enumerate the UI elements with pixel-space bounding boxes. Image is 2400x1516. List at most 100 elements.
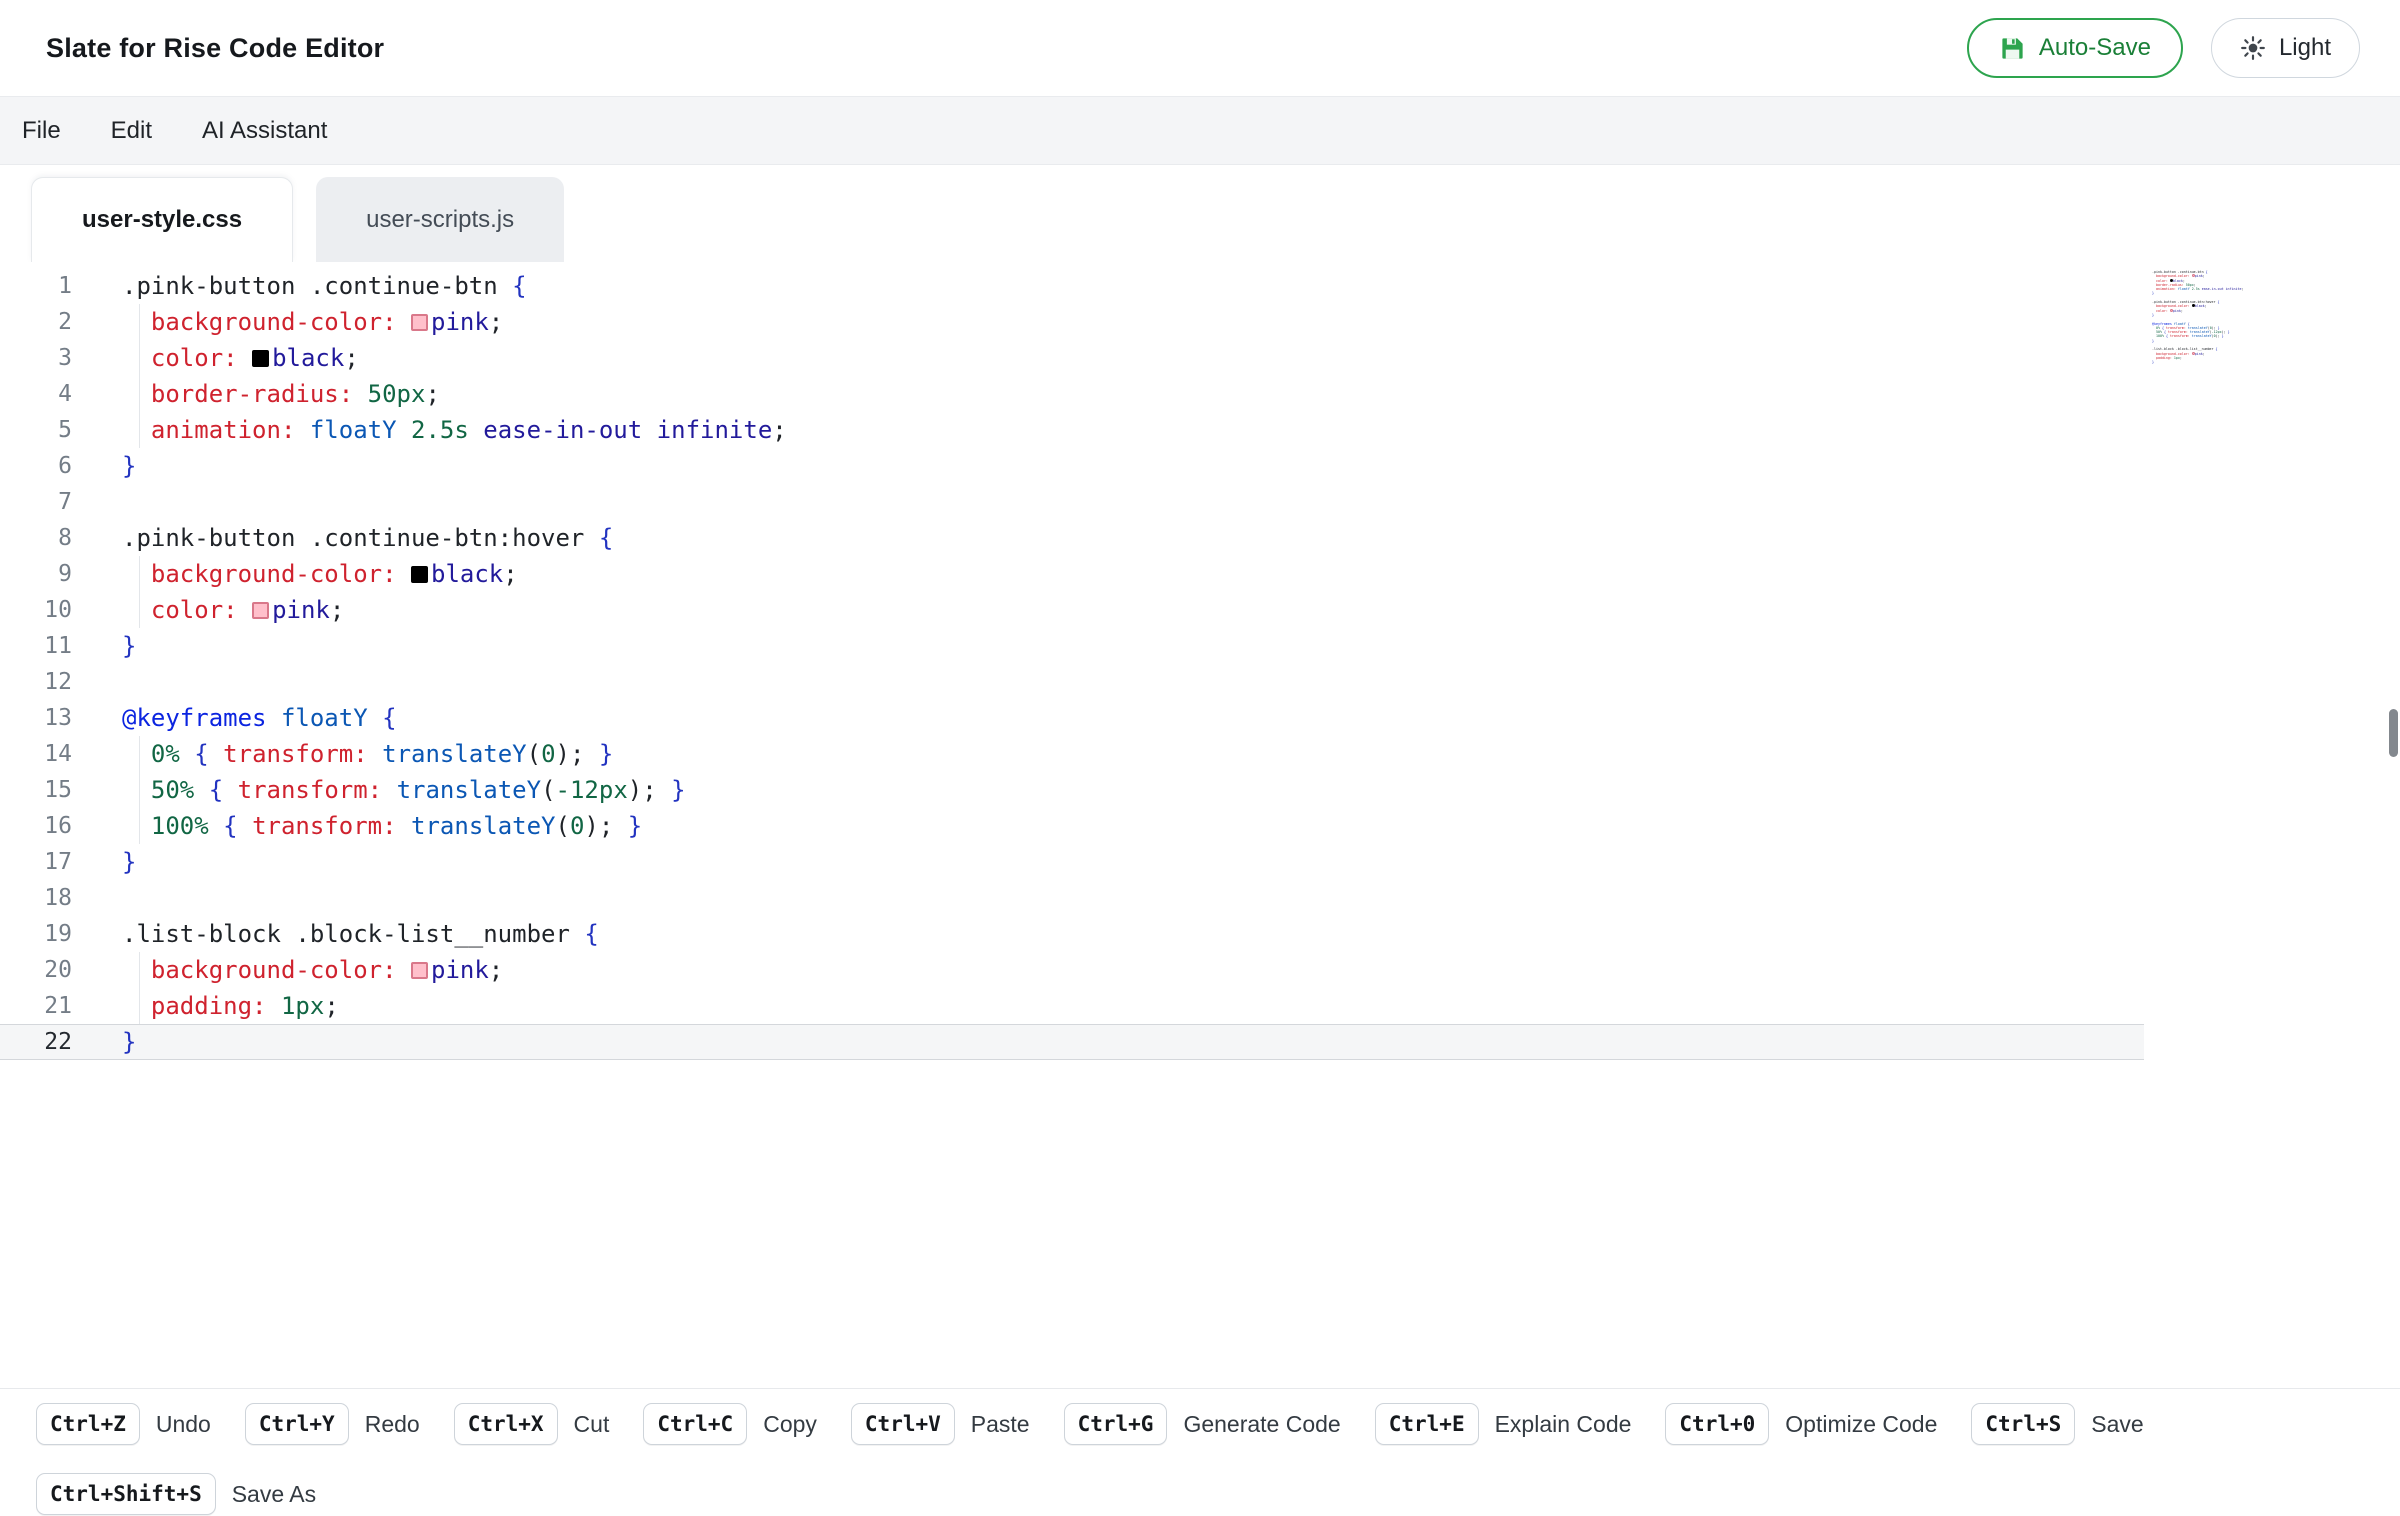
theme-toggle-button[interactable]: Light: [2211, 18, 2360, 78]
line-number: 2: [0, 304, 72, 340]
kbd-ctrl-v: Ctrl+V: [851, 1403, 955, 1445]
shortcut-cut: Ctrl+XCut: [454, 1403, 610, 1445]
line-number: 14: [0, 736, 72, 772]
code-line-content[interactable]: }: [72, 844, 2144, 880]
code-line-content[interactable]: color: pink;: [72, 592, 2144, 628]
shortcut-undo: Ctrl+ZUndo: [36, 1403, 211, 1445]
theme-label: Light: [2279, 34, 2331, 62]
pink-color-swatch: [252, 602, 269, 619]
auto-save-label: Auto-Save: [2039, 34, 2151, 62]
line-number: 8: [0, 520, 72, 556]
code-line: 6}: [0, 448, 2144, 484]
line-number: 12: [0, 664, 72, 700]
code-editor: 1.pink-button .continue-btn {2 backgroun…: [0, 262, 2400, 1388]
shortcut-copy: Ctrl+CCopy: [643, 1403, 817, 1445]
line-number: 21: [0, 988, 72, 1024]
page-title: Slate for Rise Code Editor: [46, 33, 384, 64]
menu-item-edit[interactable]: Edit: [111, 117, 152, 145]
code-line-content[interactable]: [72, 664, 2144, 700]
shortcut-label: Save As: [232, 1481, 316, 1508]
line-number: 13: [0, 700, 72, 736]
code-line: 8.pink-button .continue-btn:hover {: [0, 520, 2144, 556]
line-number: 7: [0, 484, 72, 520]
code-line-content[interactable]: animation: floatY 2.5s ease-in-out infin…: [72, 412, 2144, 448]
line-number: 15: [0, 772, 72, 808]
line-number: 9: [0, 556, 72, 592]
code-line: 5 animation: floatY 2.5s ease-in-out inf…: [0, 412, 2144, 448]
code-line: 15 50% { transform: translateY(-12px); }: [0, 772, 2144, 808]
tab-user-scripts-js[interactable]: user-scripts.js: [316, 177, 564, 262]
line-number: 16: [0, 808, 72, 844]
code-line: 10 color: pink;: [0, 592, 2144, 628]
code-line: 16 100% { transform: translateY(0); }: [0, 808, 2144, 844]
tab-bar: user-style.css user-scripts.js: [0, 165, 2400, 262]
code-area: 1.pink-button .continue-btn {2 backgroun…: [0, 262, 2144, 1060]
shortcut-label: Cut: [574, 1411, 610, 1438]
code-line-content[interactable]: }: [72, 628, 2144, 664]
kbd-ctrl-c: Ctrl+C: [643, 1403, 747, 1445]
shortcut-row-2: Ctrl+Shift+S Save As: [36, 1473, 2400, 1515]
save-icon: [1999, 35, 2026, 62]
code-line: 17}: [0, 844, 2144, 880]
scrollbar: [2386, 0, 2400, 1516]
auto-save-button[interactable]: Auto-Save: [1967, 18, 2183, 78]
kbd-ctrl-z: Ctrl+Z: [36, 1403, 140, 1445]
line-number: 17: [0, 844, 72, 880]
shortcut-generate-code: Ctrl+G Generate Code: [1064, 1403, 1341, 1445]
line-number: 20: [0, 952, 72, 988]
minimap[interactable]: .pink-button .continue-btn { background-…: [2152, 270, 2256, 365]
kbd-ctrl-0: Ctrl+0: [1665, 1403, 1769, 1445]
code-line: 21 padding: 1px;: [0, 988, 2144, 1024]
scrollbar-thumb[interactable]: [2389, 709, 2398, 757]
kbd-ctrl-y: Ctrl+Y: [245, 1403, 349, 1445]
shortcut-label: Generate Code: [1183, 1411, 1340, 1438]
line-number: 11: [0, 628, 72, 664]
code-line-content[interactable]: 100% { transform: translateY(0); }: [72, 808, 2144, 844]
code-line-content[interactable]: .pink-button .continue-btn {: [72, 268, 2144, 304]
line-number: 10: [0, 592, 72, 628]
code-line-content[interactable]: @keyframes floatY {: [72, 700, 2144, 736]
menu-item-ai-assistant[interactable]: AI Assistant: [202, 117, 327, 145]
line-number: 19: [0, 916, 72, 952]
shortcut-save-as: Ctrl+Shift+S Save As: [36, 1473, 316, 1515]
code-line-content[interactable]: background-color: pink;: [72, 304, 2144, 340]
line-number: 3: [0, 340, 72, 376]
code-line-content[interactable]: background-color: black;: [72, 556, 2144, 592]
code-line: 19.list-block .block-list__number {: [0, 916, 2144, 952]
code-line: 2 background-color: pink;: [0, 304, 2144, 340]
shortcut-bar: Ctrl+ZUndoCtrl+YRedoCtrl+XCutCtrl+CCopyC…: [0, 1388, 2400, 1516]
code-line-content[interactable]: [72, 484, 2144, 520]
shortcut-redo: Ctrl+YRedo: [245, 1403, 420, 1445]
code-line-content[interactable]: 50% { transform: translateY(-12px); }: [72, 772, 2144, 808]
code-line: 3 color: black;: [0, 340, 2144, 376]
shortcut-label: Optimize Code: [1785, 1411, 1937, 1438]
sun-icon: [2240, 35, 2266, 61]
black-color-swatch: [411, 566, 428, 583]
kbd-ctrl-g: Ctrl+G: [1064, 1403, 1168, 1445]
code-line: 12: [0, 664, 2144, 700]
menu-item-file[interactable]: File: [22, 117, 61, 145]
code-line-content[interactable]: color: black;: [72, 340, 2144, 376]
code-line-content[interactable]: }: [72, 1024, 2144, 1060]
shortcut-row-1: Ctrl+ZUndoCtrl+YRedoCtrl+XCutCtrl+CCopyC…: [36, 1403, 2400, 1445]
menu-bar: File Edit AI Assistant: [0, 96, 2400, 165]
shortcut-save: Ctrl+SSave: [1971, 1403, 2143, 1445]
code-line-content[interactable]: .pink-button .continue-btn:hover {: [72, 520, 2144, 556]
code-line-content[interactable]: background-color: pink;: [72, 952, 2144, 988]
line-number: 1: [0, 268, 72, 304]
code-line: 13@keyframes floatY {: [0, 700, 2144, 736]
pink-color-swatch: [411, 962, 428, 979]
code-line: 20 background-color: pink;: [0, 952, 2144, 988]
code-line-content[interactable]: border-radius: 50px;: [72, 376, 2144, 412]
shortcut-paste: Ctrl+V Paste: [851, 1403, 1030, 1445]
kbd-ctrl-shift-s: Ctrl+Shift+S: [36, 1473, 216, 1515]
code-line-content[interactable]: }: [72, 448, 2144, 484]
code-line: 9 background-color: black;: [0, 556, 2144, 592]
header: Slate for Rise Code Editor Auto-Save: [0, 0, 2400, 96]
code-line-content[interactable]: padding: 1px;: [72, 988, 2144, 1024]
code-line-content[interactable]: [72, 880, 2144, 916]
code-line-content[interactable]: .list-block .block-list__number {: [72, 916, 2144, 952]
tab-user-style-css[interactable]: user-style.css: [31, 177, 293, 262]
code-line-content[interactable]: 0% { transform: translateY(0); }: [72, 736, 2144, 772]
shortcut-label: Paste: [971, 1411, 1030, 1438]
